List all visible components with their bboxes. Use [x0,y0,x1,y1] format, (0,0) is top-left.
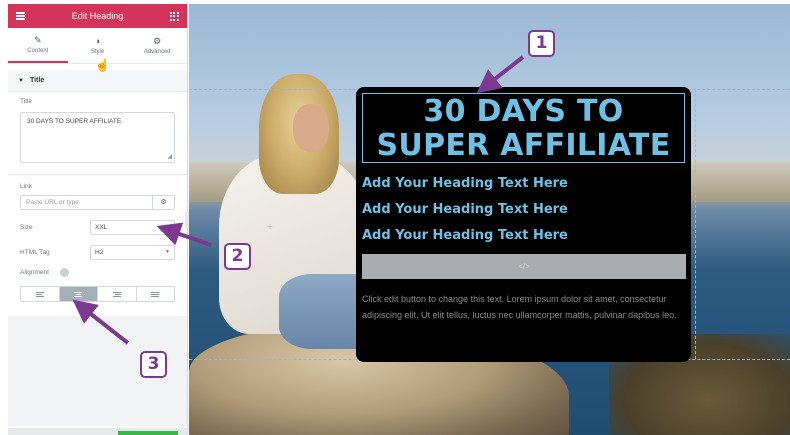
responsive-info-icon[interactable] [60,268,69,277]
main-heading: 30 DAYS TO SUPER AFFILIATE [376,94,671,163]
add-column-plus-icon[interactable]: + [267,222,273,233]
update-button[interactable] [118,431,178,435]
align-left-button[interactable] [21,287,60,301]
link-input[interactable]: Paste URL or type ⚙ [20,195,175,210]
align-left-icon [35,291,44,297]
size-label: Size [20,224,33,231]
sub-heading-2[interactable]: Add Your Heading Text Here [362,202,568,217]
size-value: XXL [95,224,108,231]
link-options-gear-icon[interactable]: ⚙ [152,196,174,209]
panel-title: Edit Heading [71,11,124,21]
caret-down-icon: ▼ [18,77,24,84]
title-textarea-value: 30 DAYS TO SUPER AFFILIATE [27,118,122,125]
chevron-down-icon: ▼ [165,224,170,230]
tab-advanced[interactable]: ⚙ Advanced [127,28,187,63]
annotation-badge-2: 2 [224,243,251,270]
alignment-control [20,286,175,302]
html-tag-label: HTML Tag [20,249,50,256]
alignment-label: Alignment [20,269,49,276]
tab-style-label: Style [90,49,105,55]
code-widget-placeholder[interactable]: </> [362,254,686,279]
sub-heading-3[interactable]: Add Your Heading Text Here [362,228,568,243]
annotation-badge-3: 3 [140,351,167,378]
sub-heading-1[interactable]: Add Your Heading Text Here [362,176,568,191]
html-tag-value: H2 [95,249,104,256]
text-editor-widget[interactable]: Click edit button to change this text. L… [362,291,682,323]
annotation-badge-1: 1 [528,30,555,57]
background-woman-face [293,104,329,152]
hand-cursor-icon: ☝ [95,58,110,72]
title-textarea[interactable]: 30 DAYS TO SUPER AFFILIATE ◢ [20,112,175,163]
divider [8,174,187,175]
section-guide-right [695,89,696,359]
gear-icon: ⚙ [153,36,162,46]
panel-header: Edit Heading [8,4,187,28]
align-right-icon [112,291,121,297]
widgets-grid-icon[interactable] [169,11,179,21]
content-column[interactable]: 30 DAYS TO SUPER AFFILIATE Add Your Head… [356,87,691,362]
link-label: Link [20,183,32,190]
tab-advanced-label: Advanced [143,49,171,55]
main-heading-widget[interactable]: 30 DAYS TO SUPER AFFILIATE [362,93,685,163]
section-title-toggle[interactable]: ▼ Title [8,70,187,92]
html-tag-select[interactable]: H2 ▼ [90,245,175,260]
contrast-icon: ◑ [94,36,101,46]
align-center-button[interactable] [59,287,98,301]
chevron-down-icon: ▼ [165,249,170,255]
code-icon: </> [518,262,530,271]
align-justify-button[interactable] [137,287,175,301]
link-placeholder: Paste URL or type [26,199,79,206]
tab-content-label: Content [27,48,49,54]
pencil-icon: ✎ [34,35,42,45]
tab-content[interactable]: ✎ Content [8,28,68,63]
align-center-icon [74,291,83,297]
size-select[interactable]: XXL ▼ [90,220,175,235]
section-title: Title [29,77,45,84]
title-label: Title [20,98,33,105]
resize-handle-icon[interactable]: ◢ [167,153,172,160]
align-justify-icon [151,291,160,297]
hamburger-menu-icon[interactable] [16,11,25,22]
align-right-button[interactable] [98,287,137,301]
